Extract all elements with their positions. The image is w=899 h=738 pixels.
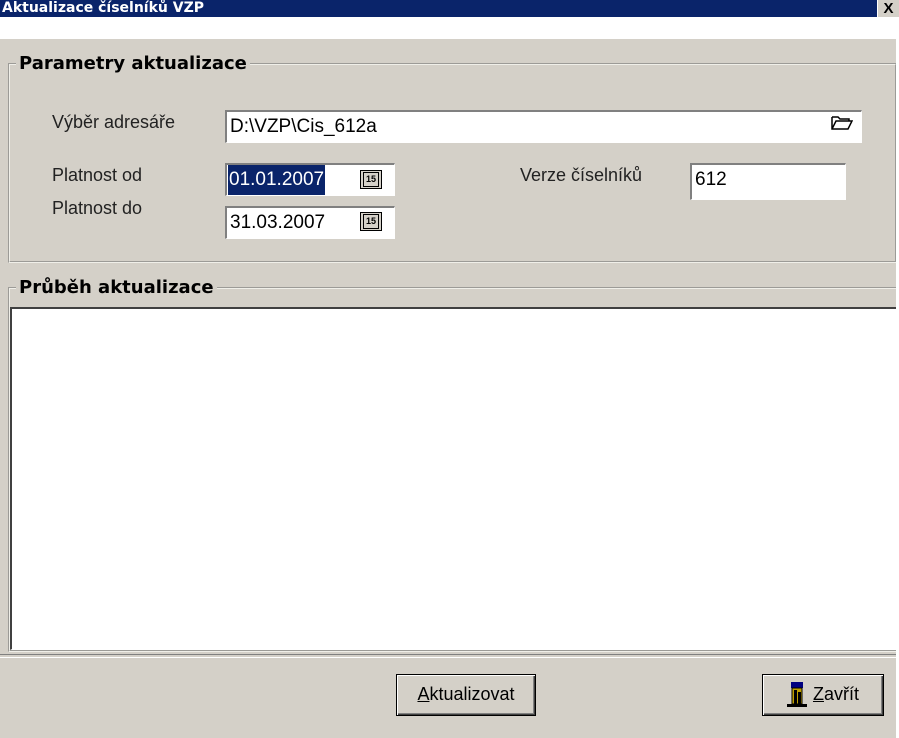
window-titlebar: Aktualizace číselníků VZP X xyxy=(0,0,899,39)
dir-input[interactable]: D:\VZP\Cis_612a xyxy=(225,110,862,143)
version-input[interactable]: 612 xyxy=(690,163,846,200)
calendar-icon: 15 xyxy=(363,214,379,229)
close-hotkey: Z xyxy=(812,684,824,704)
progress-log[interactable] xyxy=(10,307,899,650)
dir-value: D:\VZP\Cis_612a xyxy=(230,116,377,137)
dir-label: Výběr adresáře xyxy=(52,112,176,132)
valid-to-calendar-button[interactable]: 15 xyxy=(360,212,382,231)
version-label: Verze číselníků xyxy=(520,165,643,185)
browse-folder-button[interactable] xyxy=(829,113,855,137)
close-button[interactable]: Zavřít xyxy=(762,674,884,716)
window-title: Aktualizace číselníků VZP xyxy=(2,0,205,16)
update-button[interactable]: Aktualizovat xyxy=(396,674,536,716)
close-label: avřít xyxy=(823,684,859,704)
valid-from-calendar-button[interactable]: 15 xyxy=(360,170,382,189)
close-window-button[interactable]: X xyxy=(877,0,899,17)
valid-to-label: Platnost do xyxy=(52,198,143,218)
valid-to-value: 31.03.2007 xyxy=(230,212,326,233)
calendar-icon: 15 xyxy=(363,172,379,187)
valid-from-label: Platnost od xyxy=(52,165,143,185)
caption-bar[interactable]: Aktualizace číselníků VZP X xyxy=(0,0,899,17)
valid-from-value: 01.01.2007 xyxy=(228,165,326,195)
version-value: 612 xyxy=(695,169,727,190)
bottom-separator xyxy=(0,654,899,658)
folder-open-icon xyxy=(831,116,854,130)
exit-door-icon xyxy=(786,682,807,708)
update-label: ktualizovat xyxy=(429,684,515,704)
update-hotkey: A xyxy=(417,684,430,704)
progress-group-label: Průběh aktualizace xyxy=(16,277,217,299)
params-group-label: Parametry aktualizace xyxy=(16,53,250,75)
